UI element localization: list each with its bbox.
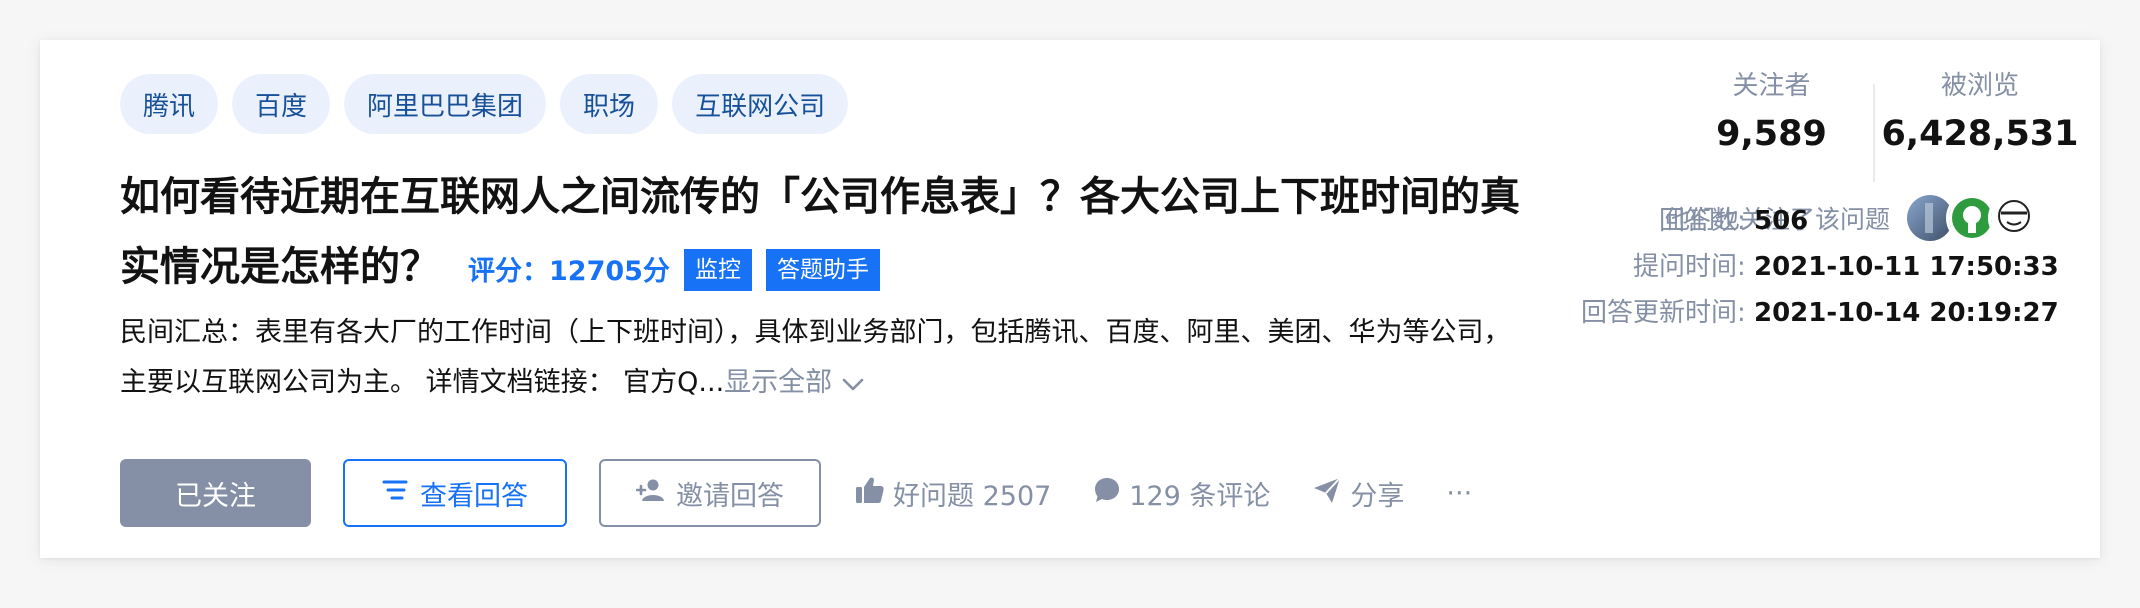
topic-tag[interactable]: 百度 [232, 74, 331, 134]
invite-label: 邀请回答 [676, 480, 784, 512]
asked-time-row: 提问时间: 2021-10-11 17:50:33 [1484, 246, 2059, 283]
rating-score: 评分：12705分 [468, 256, 670, 287]
followers-label: 关注者 [1732, 71, 1811, 101]
comment-icon [1093, 476, 1121, 511]
good-question-label: 好问题 2507 [893, 480, 1052, 512]
share-label: 分享 [1350, 480, 1405, 512]
updated-time-label: 回答更新时间: [1580, 298, 1746, 328]
monitor-badge[interactable]: 监控 [683, 249, 752, 291]
views-count: 6,428,531 [1881, 114, 2079, 154]
topic-tag[interactable]: 职场 [560, 74, 659, 134]
views-stat: 被浏览 6,428,531 [1875, 66, 2085, 160]
answers-count-label: 回答数: [1658, 206, 1746, 236]
topic-tag[interactable]: 腾讯 [120, 74, 219, 134]
question-excerpt-block: 民间汇总：表里有各大厂的工作时间（上下班时间），具体到业务部门，包括腾讯、百度、… [120, 308, 1520, 409]
followers-stat[interactable]: 关注者 9,589 [1670, 66, 1873, 160]
view-answers-label: 查看回答 [420, 480, 528, 512]
answer-assistant-badge[interactable]: 答题助手 [765, 249, 880, 291]
action-bar: 已关注 查看回答 邀请回答 好问题 2507 129 条评论 分享 ··· [120, 459, 1472, 527]
views-label: 被浏览 [1940, 71, 2019, 101]
view-answers-button[interactable]: 查看回答 [343, 459, 567, 527]
updated-time: 2021-10-14 20:19:27 [1754, 298, 2059, 328]
more-options-button[interactable]: ··· [1446, 478, 1472, 509]
topic-tag[interactable]: 阿里巴巴集团 [344, 74, 547, 134]
answers-count-row: 回答数: 506 [1484, 200, 2044, 237]
followers-count: 9,589 [1716, 114, 1827, 154]
comments-button[interactable]: 129 条评论 [1093, 474, 1270, 513]
answers-count: 506 [1754, 206, 1809, 236]
topic-tags: 腾讯 百度 阿里巴巴集团 职场 互联网公司 [120, 74, 849, 134]
question-header-card: 腾讯 百度 阿里巴巴集团 职场 互联网公司 如何看待近期在互联网人之间流传的「公… [40, 40, 2100, 558]
invite-icon [635, 478, 666, 509]
updated-time-row: 回答更新时间: 2021-10-14 20:19:27 [1484, 292, 2059, 329]
good-question-button[interactable]: 好问题 2507 [855, 474, 1051, 513]
chevron-down-icon [842, 359, 864, 409]
invite-answer-button[interactable]: 邀请回答 [599, 459, 821, 527]
share-button[interactable]: 分享 [1312, 474, 1404, 513]
view-answers-icon [382, 478, 410, 509]
comments-label: 129 条评论 [1129, 480, 1271, 512]
topic-tag[interactable]: 互联网公司 [672, 74, 849, 134]
share-icon [1312, 476, 1342, 511]
show-all-link[interactable]: 显示全部 [724, 367, 864, 398]
thumb-up-icon [855, 476, 885, 511]
question-title-block: 如何看待近期在互联网人之间流传的「公司作息表」？各大公司上下班时间的真实情况是怎… [120, 162, 1520, 307]
asked-time-label: 提问时间: [1632, 252, 1746, 282]
asked-time: 2021-10-11 17:50:33 [1754, 252, 2059, 282]
followed-button[interactable]: 已关注 [120, 459, 311, 527]
